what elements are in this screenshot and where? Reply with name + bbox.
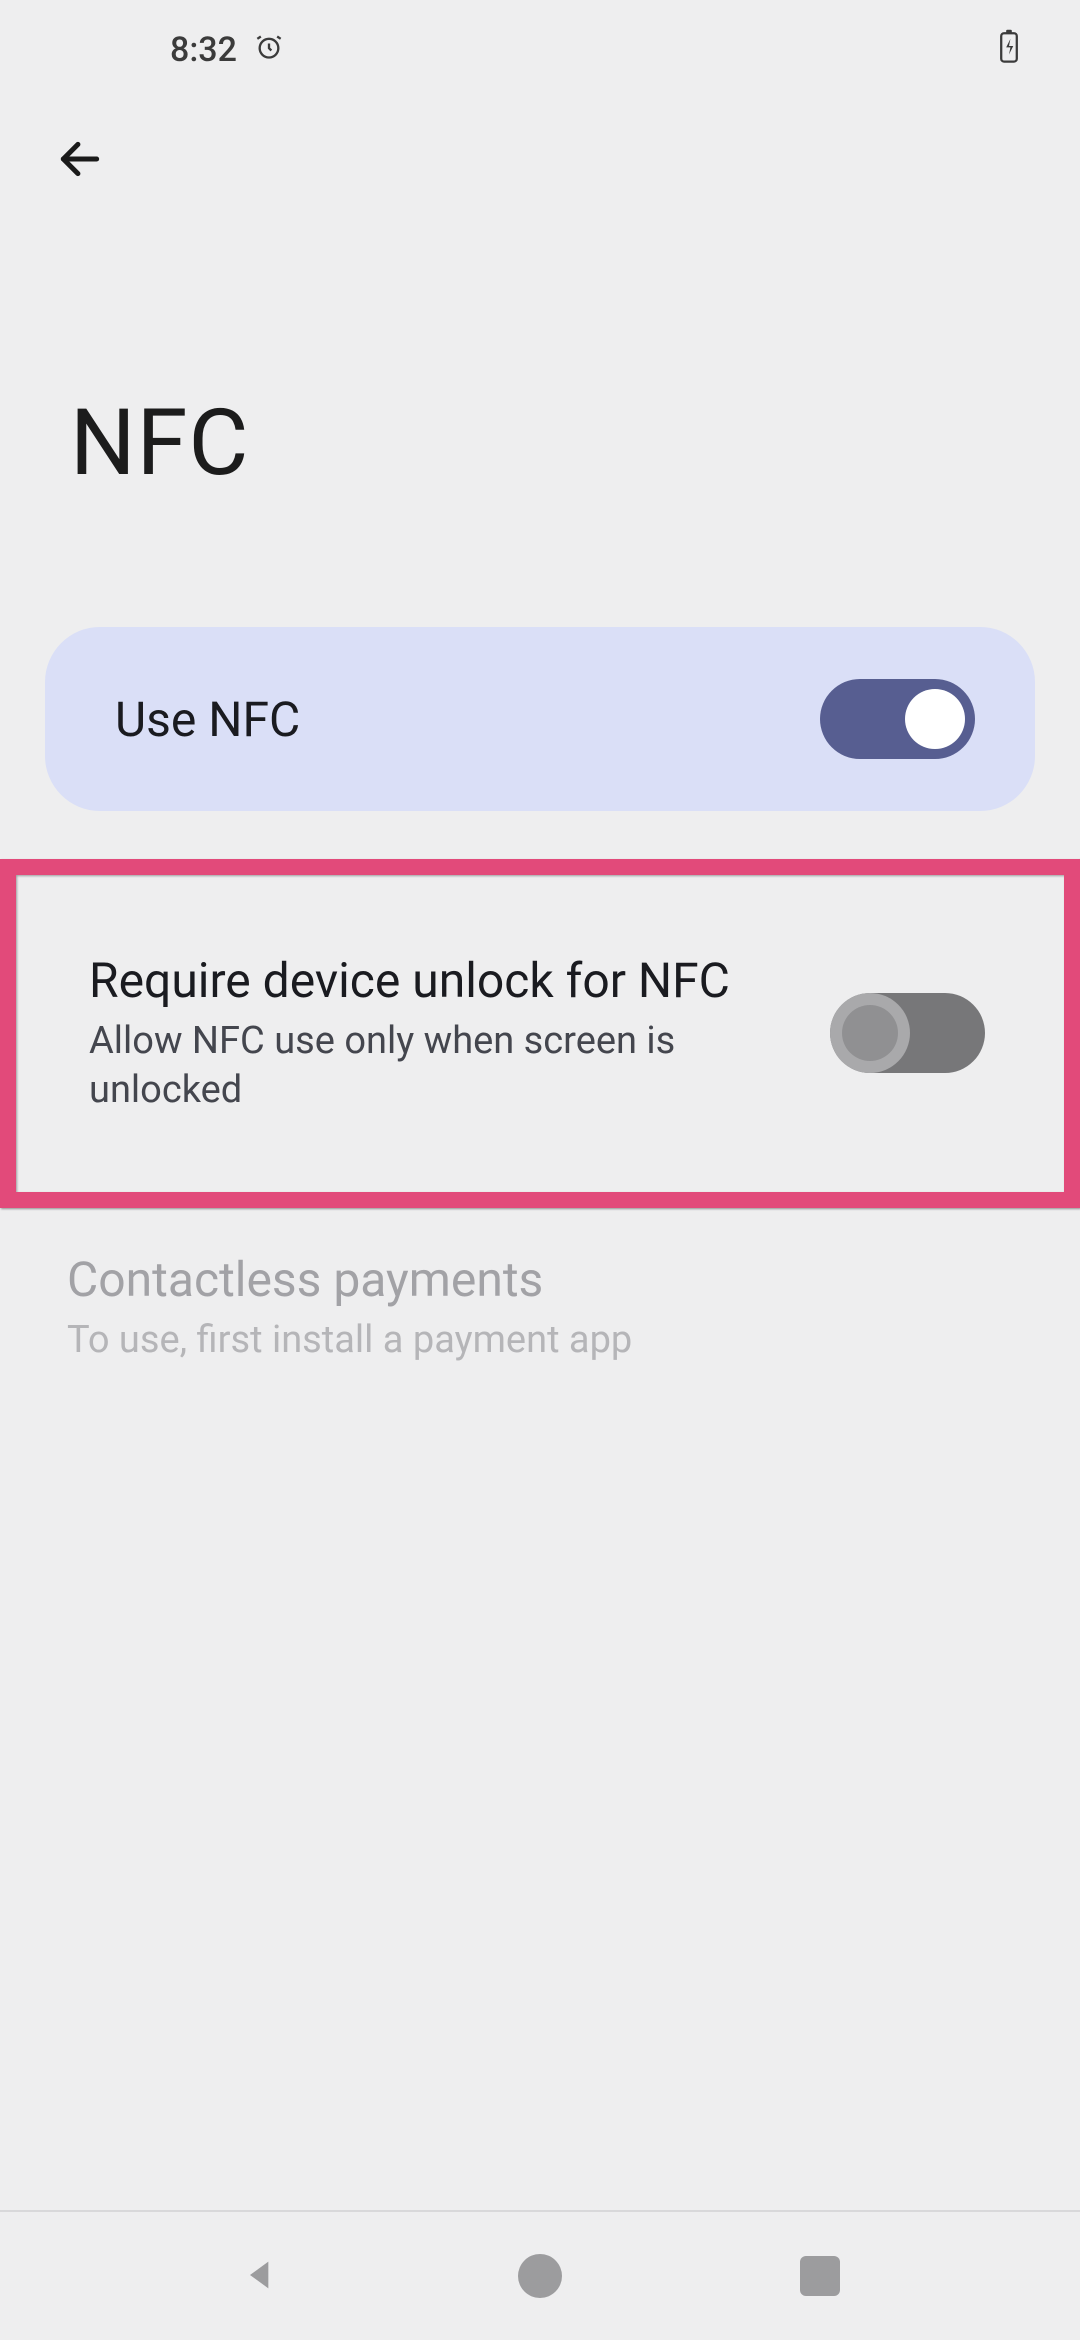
use-nfc-label: Use NFC [115, 691, 300, 748]
contactless-subtitle: To use, first install a payment app [67, 1316, 1007, 1365]
nav-recent-icon [800, 2256, 840, 2296]
setting-require-unlock[interactable]: Require device unlock for NFC Allow NFC … [67, 909, 1013, 1158]
nav-back-button[interactable] [210, 2226, 310, 2326]
setting-require-unlock-highlight: Require device unlock for NFC Allow NFC … [0, 859, 1080, 1208]
use-nfc-toggle[interactable] [820, 679, 975, 759]
nav-back-icon [240, 2255, 280, 2298]
toggle-knob-icon [830, 993, 910, 1073]
setting-use-nfc[interactable]: Use NFC [45, 627, 1035, 811]
app-bar [0, 100, 1080, 220]
require-unlock-subtitle: Allow NFC use only when screen is unlock… [89, 1017, 800, 1116]
status-bar: 8:32 [0, 0, 1080, 100]
arrow-back-icon [55, 134, 105, 187]
battery-charging-icon [998, 29, 1020, 72]
nav-home-icon [518, 2254, 562, 2298]
status-time: 8:32 [170, 30, 237, 70]
alarm-icon [255, 30, 283, 70]
page-title: NFC [0, 220, 1080, 627]
system-nav-bar [0, 2210, 1080, 2340]
status-right [998, 29, 1020, 72]
setting-contactless-payments: Contactless payments To use, first insta… [45, 1208, 1035, 1407]
nav-recent-button[interactable] [770, 2226, 870, 2326]
settings-list: Use NFC Require device unlock for NFC Al… [0, 627, 1080, 1407]
require-unlock-toggle[interactable] [830, 993, 985, 1073]
require-unlock-title: Require device unlock for NFC [89, 951, 800, 1011]
nav-home-button[interactable] [490, 2226, 590, 2326]
contactless-title: Contactless payments [67, 1250, 1007, 1310]
status-left: 8:32 [170, 30, 283, 70]
back-button[interactable] [40, 120, 120, 200]
toggle-knob-icon [905, 689, 965, 749]
